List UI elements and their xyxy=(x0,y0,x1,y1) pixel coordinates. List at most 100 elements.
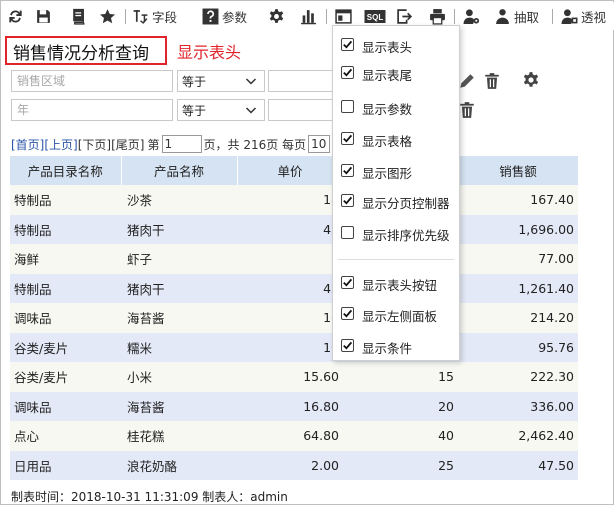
menu-item-label: 显示表格 xyxy=(362,134,413,149)
sales-table: 产品目录名称 产品名称 单价 销售额 特制品沙茶189167.40特制品猪肉干4… xyxy=(10,156,579,480)
menu-item[interactable]: 显示表头 xyxy=(333,32,459,58)
year-operator-select[interactable]: 等于 xyxy=(177,99,265,121)
print-button[interactable] xyxy=(429,7,446,26)
region-operator-select[interactable]: 等于 xyxy=(177,70,265,92)
menu-item-label: 显示参数 xyxy=(362,102,413,117)
checkbox-icon[interactable] xyxy=(341,100,354,113)
table-cell: 16 xyxy=(237,303,343,333)
param-label: 参数 xyxy=(222,10,248,25)
region-filter-input[interactable] xyxy=(11,70,173,92)
table-row: 点心 桂花糕 64.80 40 2,462.40 xyxy=(10,421,578,451)
menu-item[interactable]: 显示条件 xyxy=(333,333,459,359)
table-cell: 336.00 xyxy=(458,391,578,421)
pagination-bar: [首页] [上页] [下页] [尾页] 第 1 页，共 216页 每页 10 xyxy=(11,135,331,153)
field-button[interactable]: 字段 xyxy=(132,7,177,26)
menu-item[interactable]: 显示图形 xyxy=(333,158,459,184)
first-page-link[interactable]: [首页] xyxy=(11,136,44,153)
menu-item-label: 显示表头按钮 xyxy=(362,278,438,293)
menu-item[interactable]: 显示表格 xyxy=(333,126,459,152)
checkbox-icon[interactable] xyxy=(341,164,354,177)
book-button[interactable] xyxy=(70,7,87,26)
table-cell: 特制品 xyxy=(10,214,121,244)
book-icon xyxy=(70,8,87,25)
checkbox-icon[interactable] xyxy=(341,132,354,145)
table-row: 调味品海苔酱165214.20 xyxy=(10,303,578,333)
table-cell: 167.40 xyxy=(458,185,578,215)
checkbox-icon[interactable] xyxy=(341,226,354,239)
region-value-input[interactable] xyxy=(268,70,334,92)
year-value-input[interactable] xyxy=(268,99,334,121)
menu-item[interactable]: 显示参数 xyxy=(333,94,459,120)
table-cell: 40 xyxy=(343,421,458,451)
menu-item-label: 显示条件 xyxy=(362,341,413,356)
table-cell: 64.80 xyxy=(237,421,343,451)
column-header[interactable]: 单价 xyxy=(237,156,344,185)
chevron-down-icon xyxy=(244,74,258,88)
table-cell: 42 xyxy=(237,273,343,303)
table-cell: 7 xyxy=(237,244,343,274)
checkbox-icon[interactable] xyxy=(341,194,354,207)
menu-item[interactable]: 显示表头按钮 xyxy=(333,270,459,296)
sql-button[interactable]: SQL xyxy=(364,7,386,26)
pivot-label: 透视 xyxy=(581,10,607,25)
chart-button[interactable] xyxy=(300,7,317,26)
table-cell: 虾子 xyxy=(121,244,237,274)
checkbox-icon[interactable] xyxy=(341,66,354,79)
menu-item[interactable]: 显示表尾 xyxy=(333,60,459,86)
checkbox-icon[interactable] xyxy=(341,307,354,320)
prev-page-link[interactable]: [上页] xyxy=(44,136,77,153)
checkbox-icon[interactable] xyxy=(341,339,354,352)
settings-button[interactable] xyxy=(268,7,285,26)
user-settings-button[interactable] xyxy=(463,7,480,26)
table-cell: 15.60 xyxy=(237,362,343,392)
svg-text:SQL: SQL xyxy=(367,13,384,22)
menu-item[interactable]: 显示排序优先级 xyxy=(333,220,459,246)
column-header[interactable]: 产品目录名称 xyxy=(10,156,122,185)
table-row: 特制品猪肉干4201,696.00 xyxy=(10,214,578,244)
field-icon xyxy=(132,8,149,25)
table-row: 谷类/麦片糯米16595.76 xyxy=(10,332,578,362)
export-button[interactable] xyxy=(396,7,413,26)
param-button[interactable]: 参数 xyxy=(202,7,247,26)
gear-icon[interactable] xyxy=(522,71,540,89)
report-footer: 制表时间：2018-10-31 11:31:09 制表人：admin xyxy=(11,490,288,504)
table-cell: 海苔酱 xyxy=(121,303,237,333)
extract-button[interactable]: 抽取 xyxy=(494,7,539,26)
window-icon xyxy=(335,8,352,25)
table-cell: 糯米 xyxy=(121,332,237,362)
toolbar-divider xyxy=(326,9,327,24)
year-filter-input[interactable] xyxy=(11,99,173,121)
table-cell: 浪花奶酪 xyxy=(121,450,237,480)
pivot-button[interactable]: 透视 xyxy=(561,7,606,26)
table-cell: 20 xyxy=(343,391,458,421)
pivot-icon xyxy=(561,8,578,25)
sql-icon: SQL xyxy=(364,8,386,25)
table-cell: 猪肉干 xyxy=(121,214,237,244)
checkbox-icon[interactable] xyxy=(341,38,354,51)
menu-item-label: 显示分页控制器 xyxy=(362,196,450,211)
last-page-link[interactable]: [尾页] xyxy=(111,136,144,153)
trash-icon[interactable] xyxy=(458,101,476,119)
favorite-button[interactable] xyxy=(99,7,116,26)
table-cell: 海苔酱 xyxy=(121,391,237,421)
table-cell: 42 xyxy=(237,214,343,244)
table-cell: 猪肉干 xyxy=(121,273,237,303)
page-number-input[interactable]: 1 xyxy=(161,135,202,153)
menu-item-label: 显示图形 xyxy=(362,166,413,181)
edit-icon[interactable] xyxy=(458,72,476,90)
star-icon xyxy=(99,8,116,25)
menu-item[interactable]: 显示分页控制器 xyxy=(333,188,459,214)
layout-button[interactable] xyxy=(335,7,352,26)
page-size-input[interactable]: 10 xyxy=(308,135,331,153)
menu-item[interactable]: 显示左侧面板 xyxy=(333,301,459,327)
column-header[interactable]: 销售额 xyxy=(458,156,579,185)
table-row: 日用品 浪花奶酪 2.00 25 47.50 xyxy=(10,450,578,480)
bar-chart-icon xyxy=(300,8,317,25)
refresh-button[interactable] xyxy=(7,7,24,26)
table-cell: 沙茶 xyxy=(121,185,237,215)
next-page-link[interactable]: [下页] xyxy=(78,136,111,153)
save-button[interactable] xyxy=(35,7,52,26)
checkbox-icon[interactable] xyxy=(341,276,354,289)
column-header[interactable]: 产品名称 xyxy=(121,156,238,185)
trash-icon[interactable] xyxy=(483,72,501,90)
